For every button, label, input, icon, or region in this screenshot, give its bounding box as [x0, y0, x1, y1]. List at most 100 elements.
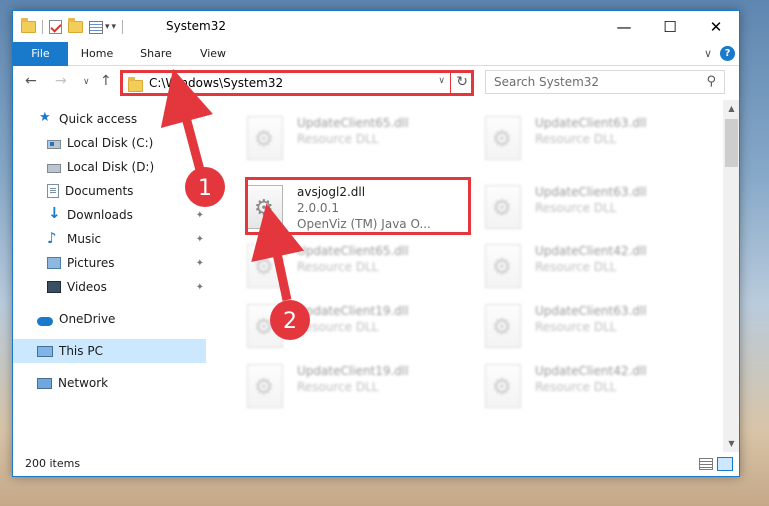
- large-icons-view-icon[interactable]: [717, 457, 733, 471]
- scroll-down-icon[interactable]: ▼: [723, 435, 739, 452]
- pin-icon[interactable]: ✦: [196, 234, 204, 245]
- navigation-pane: Quick access Local Disk (C:) Local Disk …: [13, 100, 208, 451]
- file-tile[interactable]: UpdateClient63.dll Resource DLL: [477, 108, 702, 168]
- sidebar-item-onedrive[interactable]: OneDrive: [13, 307, 206, 331]
- properties-check-icon[interactable]: [49, 20, 62, 34]
- forward-arrow-icon[interactable]: →: [55, 73, 67, 89]
- dll-file-icon: [247, 304, 283, 348]
- folder-icon: [128, 77, 143, 92]
- title-bar: ▾ ▾ System32 — ☐ ✕: [13, 11, 739, 42]
- file-type: Resource DLL: [297, 320, 379, 334]
- status-bar: 200 items: [13, 452, 739, 476]
- up-arrow-icon[interactable]: ↑: [100, 73, 112, 89]
- dll-file-icon: [485, 116, 521, 160]
- tab-home[interactable]: Home: [75, 42, 119, 66]
- search-box[interactable]: Search System32 ⚲: [485, 70, 725, 94]
- file-name: UpdateClient65.dll: [297, 244, 409, 258]
- help-icon[interactable]: ?: [720, 46, 735, 61]
- maximize-button[interactable]: ☐: [647, 11, 693, 42]
- star-icon: [39, 110, 53, 126]
- file-name: UpdateClient63.dll: [535, 185, 647, 199]
- expand-ribbon-icon[interactable]: ∨: [704, 47, 712, 60]
- sidebar-item-label: This PC: [59, 344, 103, 358]
- address-bar[interactable]: C:\Windows\System32 ∨ ↻: [120, 70, 474, 96]
- file-tile[interactable]: UpdateClient19.dll Resource DLL: [239, 296, 464, 356]
- sidebar-item-documents[interactable]: Documents ✦: [13, 179, 206, 203]
- sidebar-item-music[interactable]: Music ✦: [13, 227, 206, 251]
- file-tile[interactable]: UpdateClient63.dll Resource DLL: [477, 177, 702, 237]
- file-name: UpdateClient42.dll: [535, 244, 647, 258]
- search-icon: ⚲: [706, 74, 716, 89]
- sidebar-item-label: Local Disk (D:): [67, 160, 155, 174]
- file-list: UpdateClient65.dll Resource DLL avsjogl2…: [223, 100, 723, 451]
- minimize-button[interactable]: —: [601, 11, 647, 42]
- toolbar-separator: [42, 20, 43, 34]
- sidebar-item-label: Network: [58, 376, 109, 390]
- back-arrow-icon[interactable]: ←: [25, 73, 37, 89]
- recent-locations-icon[interactable]: ∨: [83, 77, 90, 87]
- tab-file[interactable]: File: [13, 42, 68, 66]
- dll-file-icon: [485, 304, 521, 348]
- file-tile[interactable]: UpdateClient19.dll Resource DLL: [239, 356, 464, 416]
- close-button[interactable]: ✕: [693, 11, 739, 42]
- properties-icon[interactable]: [89, 20, 103, 34]
- dll-file-icon: [485, 185, 521, 229]
- new-folder-icon[interactable]: [68, 18, 83, 33]
- sidebar-item-local-disk-c[interactable]: Local Disk (C:): [13, 131, 206, 155]
- sidebar-item-network[interactable]: Network: [13, 371, 206, 395]
- dll-file-icon: [485, 244, 521, 288]
- sidebar-item-label: OneDrive: [59, 312, 116, 326]
- file-type: Resource DLL: [535, 132, 617, 146]
- file-tile[interactable]: UpdateClient65.dll Resource DLL: [239, 108, 464, 168]
- sidebar-item-label: Documents: [65, 184, 134, 198]
- cloud-icon: [37, 316, 53, 326]
- file-tile[interactable]: UpdateClient65.dll Resource DLL: [239, 236, 464, 296]
- search-input[interactable]: Search System32: [494, 75, 599, 89]
- address-path[interactable]: C:\Windows\System32: [149, 76, 283, 90]
- sidebar-item-label: Music: [67, 232, 102, 246]
- file-tile[interactable]: UpdateClient63.dll Resource DLL: [477, 296, 702, 356]
- sidebar-item-label: Videos: [67, 280, 107, 294]
- details-view-icon[interactable]: [699, 458, 713, 470]
- sidebar-item-downloads[interactable]: Downloads ✦: [13, 203, 206, 227]
- file-name: UpdateClient63.dll: [535, 304, 647, 318]
- item-count: 200 items: [25, 457, 81, 470]
- dll-file-icon: [485, 364, 521, 408]
- pin-icon[interactable]: ✦: [196, 282, 204, 293]
- vertical-scrollbar[interactable]: ▲ ▼: [723, 100, 739, 452]
- file-type: Resource DLL: [535, 320, 617, 334]
- refresh-icon[interactable]: ↻: [456, 74, 468, 90]
- toolbar-separator: [122, 20, 124, 34]
- scroll-up-icon[interactable]: ▲: [723, 100, 739, 117]
- scrollbar-thumb[interactable]: [725, 119, 738, 167]
- downloads-icon: [47, 204, 61, 222]
- sidebar-item-pictures[interactable]: Pictures ✦: [13, 251, 206, 275]
- address-dropdown-icon[interactable]: ∨: [438, 76, 445, 86]
- music-icon: [47, 229, 61, 247]
- folder-icon[interactable]: [21, 18, 36, 33]
- pin-icon[interactable]: ✦: [196, 258, 204, 269]
- pin-icon[interactable]: ✦: [196, 186, 204, 197]
- file-name: UpdateClient63.dll: [535, 116, 647, 130]
- sidebar-item-local-disk-d[interactable]: Local Disk (D:): [13, 155, 206, 179]
- file-tile[interactable]: UpdateClient42.dll Resource DLL: [477, 236, 702, 296]
- file-type: Resource DLL: [535, 260, 617, 274]
- sidebar-item-quick-access[interactable]: Quick access: [13, 107, 206, 131]
- network-icon: [37, 377, 52, 389]
- customize-toolbar-icon[interactable]: ▾: [112, 22, 117, 32]
- explorer-window: ▾ ▾ System32 — ☐ ✕ File Home Share View …: [12, 10, 740, 477]
- file-name: UpdateClient42.dll: [535, 364, 647, 378]
- file-tile[interactable]: UpdateClient42.dll Resource DLL: [477, 356, 702, 416]
- sidebar-item-this-pc[interactable]: This PC: [13, 339, 206, 363]
- window-title: System32: [166, 19, 227, 33]
- navigation-bar: ← → ∨ ↑ C:\Windows\System32 ∨ ↻ Search S…: [13, 67, 739, 99]
- file-highlight-box: [245, 177, 471, 235]
- tab-share[interactable]: Share: [133, 42, 179, 66]
- pin-icon[interactable]: ✦: [196, 210, 204, 221]
- file-name: UpdateClient19.dll: [297, 364, 409, 378]
- sidebar-item-videos[interactable]: Videos ✦: [13, 275, 206, 299]
- documents-icon: [47, 184, 59, 198]
- tab-view[interactable]: View: [193, 42, 233, 66]
- file-type: Resource DLL: [535, 201, 617, 215]
- chevron-down-icon[interactable]: ▾: [105, 22, 110, 32]
